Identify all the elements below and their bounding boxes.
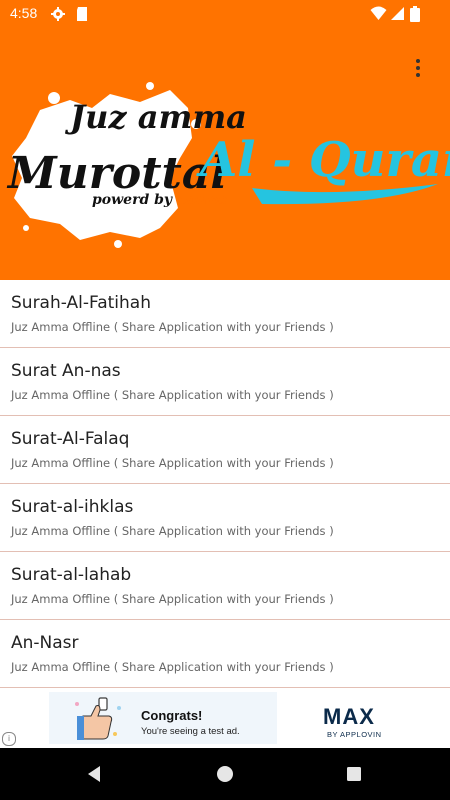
signal-icon (391, 7, 404, 20)
status-bar: 4:58 (0, 0, 450, 28)
list-item[interactable]: Surat An-nas Juz Amma Offline ( Share Ap… (0, 348, 450, 416)
ad-headline: Congrats! (141, 708, 203, 723)
logo-brand: eomoe (178, 193, 227, 208)
ad-brand-sub: BY APPLOVIN (327, 730, 382, 739)
list-item-title: Surat An-nas (11, 361, 121, 381)
list-item-title: An-Nasr (11, 633, 79, 653)
logo-line1: Juz amma (64, 98, 247, 136)
battery-icon (410, 6, 420, 22)
app-logo: Juz amma Murottal Al - Quran powerd by e… (6, 82, 450, 248)
sd-card-icon (77, 7, 87, 21)
list-item-title: Surat-Al-Falaq (11, 429, 130, 449)
ad-left-panel: Congrats! You're seeing a test ad. (49, 692, 277, 744)
nav-bar (0, 748, 450, 800)
home-icon[interactable] (216, 765, 234, 783)
more-vert-icon[interactable] (408, 56, 428, 86)
list-item-subtitle: Juz Amma Offline ( Share Application wit… (11, 388, 334, 402)
list-item[interactable]: Surah-Al-Fatihah Juz Amma Offline ( Shar… (0, 280, 450, 348)
wifi-icon (370, 6, 387, 20)
ad-info-icon[interactable]: i (2, 732, 16, 746)
list-item-subtitle: Juz Amma Offline ( Share Application wit… (11, 320, 334, 334)
list-item-title: Surah-Al-Fatihah (11, 293, 151, 313)
app-header: Juz amma Murottal Al - Quran powerd by e… (0, 28, 450, 280)
back-icon[interactable] (86, 765, 102, 783)
list-item-subtitle: Juz Amma Offline ( Share Application wit… (11, 660, 334, 674)
surah-list: Surah-Al-Fatihah Juz Amma Offline ( Shar… (0, 280, 450, 688)
recents-icon[interactable] (346, 766, 362, 782)
list-item-subtitle: Juz Amma Offline ( Share Application wit… (11, 456, 334, 470)
list-item-subtitle: Juz Amma Offline ( Share Application wit… (11, 524, 334, 538)
ad-banner[interactable]: Congrats! You're seeing a test ad. MAX B… (49, 692, 401, 744)
thumbs-up-icon (75, 697, 121, 740)
status-time: 4:58 (10, 5, 38, 21)
logo-powered: powerd by (92, 192, 173, 208)
ad-brand: MAX (323, 704, 375, 729)
list-item-subtitle: Juz Amma Offline ( Share Application wit… (11, 592, 334, 606)
list-item[interactable]: An-Nasr Juz Amma Offline ( Share Applica… (0, 620, 450, 688)
list-item[interactable]: Surat-al-lahab Juz Amma Offline ( Share … (0, 552, 450, 620)
list-item-title: Surat-al-ihklas (11, 497, 134, 517)
ad-bar: i Congrats! You're seeing a test ad. MAX… (0, 688, 450, 748)
list-item[interactable]: Surat-Al-Falaq Juz Amma Offline ( Share … (0, 416, 450, 484)
list-item-title: Surat-al-lahab (11, 565, 132, 585)
list-item[interactable]: Surat-al-ihklas Juz Amma Offline ( Share… (0, 484, 450, 552)
logo-line3: Al - Quran (196, 132, 450, 188)
ad-subtext: You're seeing a test ad. (141, 726, 240, 737)
gear-icon (51, 7, 65, 21)
